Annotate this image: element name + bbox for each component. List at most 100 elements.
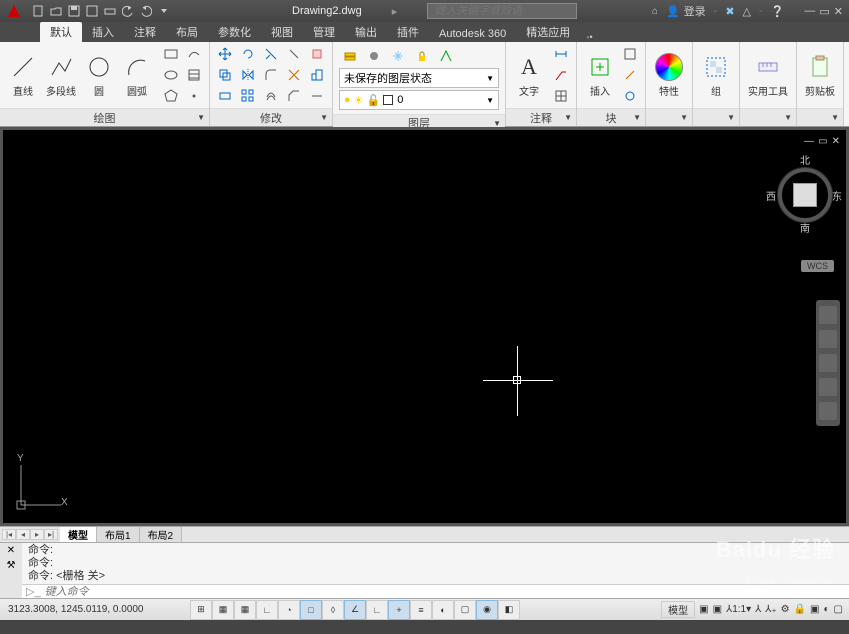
edit-block-icon[interactable] [619,65,641,85]
fillet-icon[interactable] [260,65,282,85]
viewport-restore-icon[interactable]: ▭ [818,136,827,147]
tab-annotate[interactable]: 注释 [124,22,166,42]
hatch-icon[interactable] [183,65,205,85]
mirror-icon[interactable] [237,65,259,85]
hardware-accel-icon[interactable]: ▣ [810,604,819,615]
saveas-icon[interactable] [84,3,100,19]
restore-icon[interactable]: ▭ [819,5,829,18]
autodesk360-icon[interactable]: △ [743,5,751,18]
utilities-button[interactable]: 实用工具 [744,44,792,106]
layer-lock-icon[interactable] [411,46,433,66]
nav-wheel-icon[interactable] [819,306,837,324]
panel-draw-title[interactable]: 绘图▼ [0,108,209,126]
panel-annotation-title[interactable]: 注释▼ [506,108,576,126]
layout-tab-model[interactable]: 模型 [60,527,97,542]
layer-props-icon[interactable] [339,46,361,66]
panel-utilities-title[interactable]: ▼ [740,108,796,126]
block-attr-icon[interactable] [619,86,641,106]
text-button[interactable]: A文字 [510,44,548,106]
current-layer-dropdown[interactable]: ● ☀ 🔓 0 ▼ [339,90,499,110]
search-extra-icon[interactable]: ⌂ [652,6,658,17]
layer-freeze-icon[interactable] [387,46,409,66]
tab-a360[interactable]: Autodesk 360 [429,26,516,42]
redo-icon[interactable] [138,3,154,19]
tab-view[interactable]: 视图 [261,22,303,42]
app-menu-icon[interactable] [4,1,24,21]
viewport-close-icon[interactable]: ✕ [832,136,840,147]
viewport-minimize-icon[interactable]: — [804,136,814,147]
polygon-icon[interactable] [160,86,182,106]
leader-icon[interactable] [550,65,572,85]
layout-last-icon[interactable]: ▸| [44,529,58,540]
status-snap-icon[interactable]: ▦ [212,600,234,620]
layout-prev-icon[interactable]: ◂ [16,529,30,540]
layer-match-icon[interactable] [435,46,457,66]
array-icon[interactable] [237,86,259,106]
clean-screen-icon[interactable]: ▢ [834,604,843,615]
cmd-close-icon[interactable]: ✕ [7,545,15,556]
status-dynamic-icon[interactable]: + [388,600,410,620]
help-icon[interactable]: ❔ [771,5,785,18]
properties-button[interactable]: 特性 [650,44,688,106]
table-icon[interactable] [550,86,572,106]
arc-button[interactable]: 圆弧 [118,44,156,106]
status-3dosnap-icon[interactable]: ◊ [322,600,344,620]
status-ortho-icon[interactable]: ∟ [256,600,278,620]
chamfer-icon[interactable] [283,86,305,106]
exchange-icon[interactable]: ✖ [725,5,734,18]
polyline-button[interactable]: 多段线 [42,44,80,106]
nav-orbit-icon[interactable] [819,378,837,396]
command-input[interactable] [45,586,849,598]
layer-state-dropdown[interactable]: 未保存的图层状态 ▼ [339,68,499,88]
ellipse-icon[interactable] [160,65,182,85]
status-infer-icon[interactable]: ⊞ [190,600,212,620]
model-space[interactable]: — ▭ ✕ 北 南 东 西 WCS Y X [3,130,846,523]
undo-icon[interactable] [120,3,136,19]
login-button[interactable]: 👤 登录 [666,3,706,19]
tab-layout[interactable]: 布局 [166,22,208,42]
tab-insert[interactable]: 插入 [82,22,124,42]
scale-icon[interactable] [306,65,328,85]
status-qp-icon[interactable]: ▢ [454,600,476,620]
layout-tab-layout1[interactable]: 布局1 [97,527,140,542]
rotate-icon[interactable] [237,44,259,64]
insert-block-button[interactable]: 插入 [581,44,619,106]
dimension-linear-icon[interactable] [550,44,572,64]
plot-icon[interactable] [102,3,118,19]
qat-dropdown-icon[interactable] [156,3,172,19]
explode-icon[interactable] [283,65,305,85]
layout-first-icon[interactable]: |◂ [2,529,16,540]
layer-off-icon[interactable] [363,46,385,66]
copy-icon[interactable] [214,65,236,85]
open-icon[interactable] [48,3,64,19]
nav-zoom-icon[interactable] [819,354,837,372]
new-icon[interactable] [30,3,46,19]
spline-icon[interactable] [183,44,205,64]
align-icon[interactable] [306,86,328,106]
panel-properties-title[interactable]: ▼ [646,108,692,126]
tab-parametric[interactable]: 参数化 [208,22,261,42]
tab-manage[interactable]: 管理 [303,22,345,42]
nav-pan-icon[interactable] [819,330,837,348]
status-lock-icon[interactable]: 🔒 [794,604,806,615]
layout-tab-layout2[interactable]: 布局2 [140,527,183,542]
viewcube[interactable]: 北 南 东 西 [770,160,840,250]
status-lineweight-icon[interactable]: ≡ [410,600,432,620]
save-icon[interactable] [66,3,82,19]
panel-clipboard-title[interactable]: ▼ [797,108,843,126]
tab-default[interactable]: 默认 [40,22,82,42]
viewcube-face[interactable] [793,183,817,207]
minimize-icon[interactable]: — [804,5,815,18]
move-icon[interactable] [214,44,236,64]
circle-button[interactable]: 圆 [80,44,118,106]
status-osnap-icon[interactable]: □ [300,600,322,620]
status-transparency-icon[interactable]: ◐ [432,600,454,620]
isolate-icon[interactable]: ◐ [824,604,830,615]
tab-output[interactable]: 输出 [345,22,387,42]
extend-icon[interactable] [283,44,305,64]
status-ducs-icon[interactable]: ∟ [366,600,388,620]
help-search-input[interactable] [427,3,577,19]
panel-modify-title[interactable]: 修改▼ [210,108,332,126]
status-layout-icon[interactable]: ▣ [699,604,708,615]
coordinates-readout[interactable]: 3123.3008, 1245.0119, 0.0000 [0,604,190,615]
